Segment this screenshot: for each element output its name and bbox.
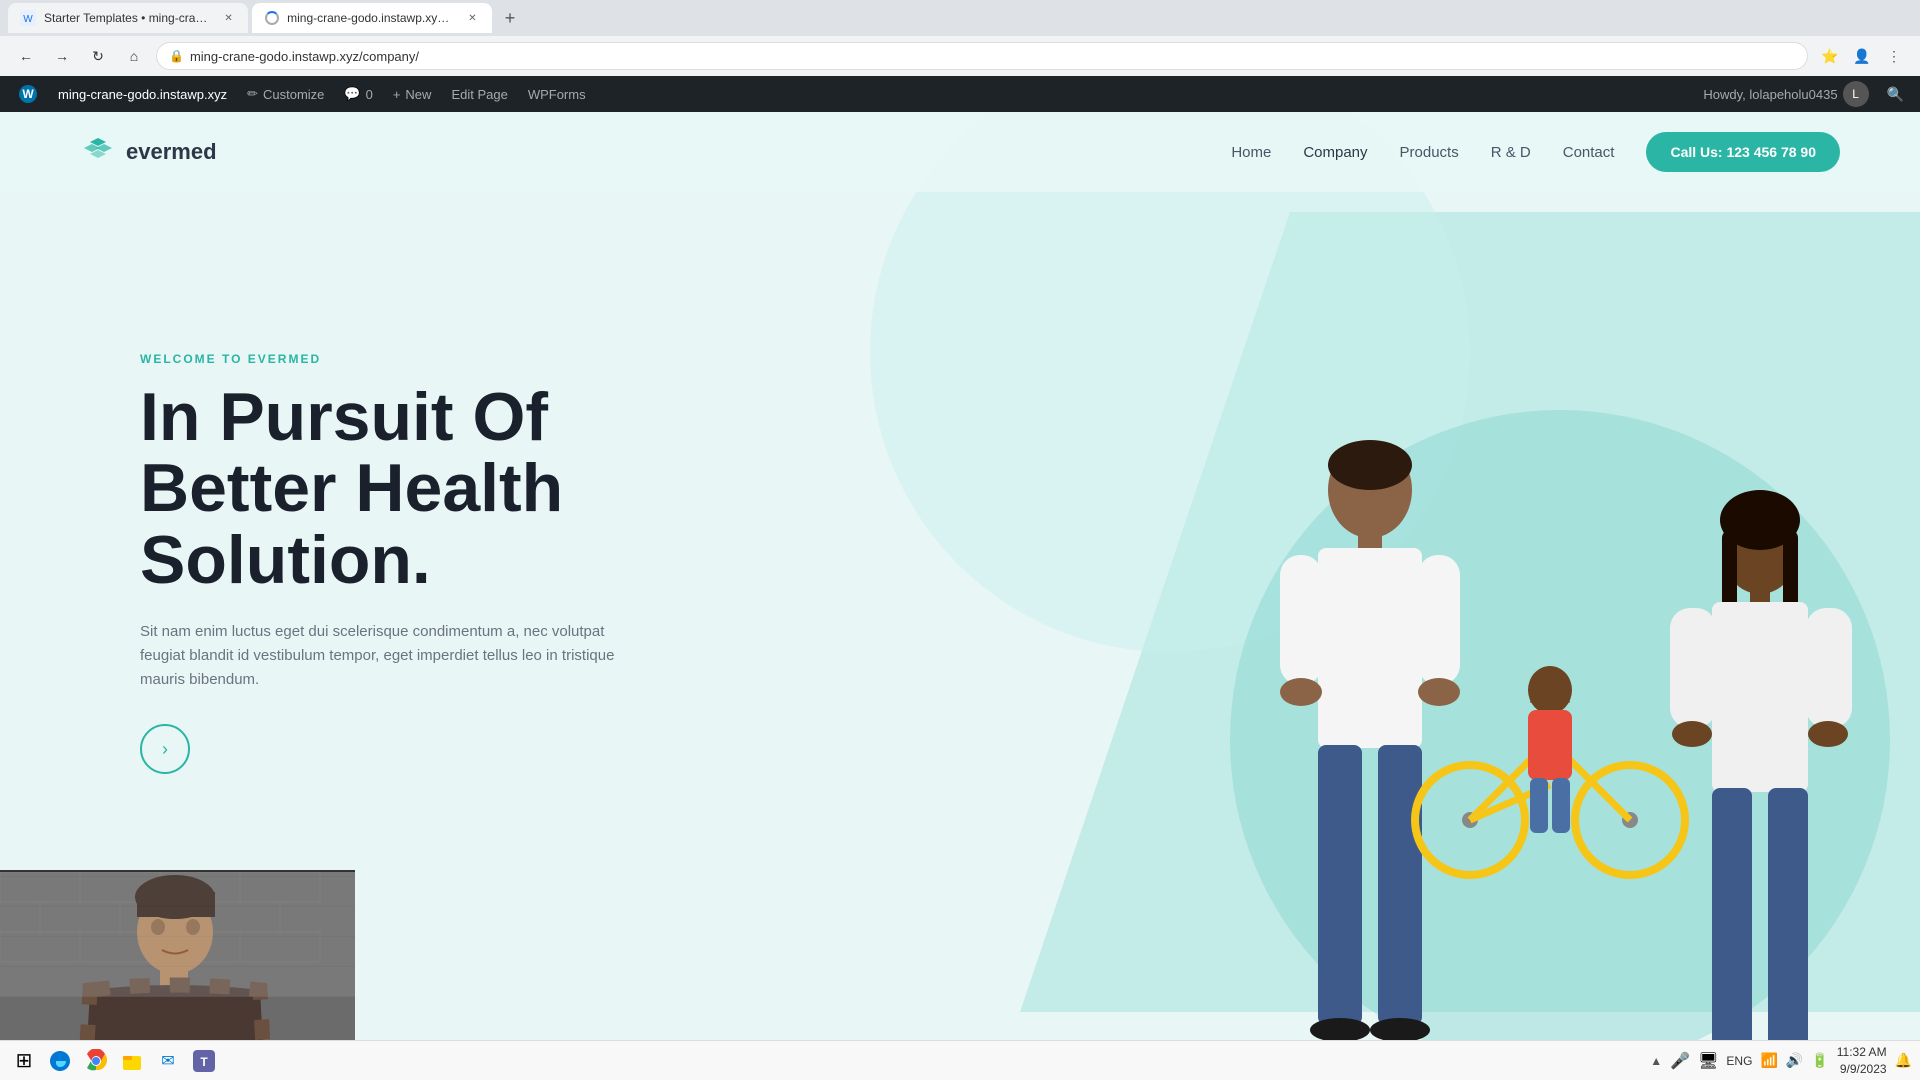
system-clock[interactable]: 11:32 AM 9/9/2023 xyxy=(1837,1044,1887,1078)
site-header: evermed Home Company Products R & D Cont… xyxy=(0,112,1920,192)
back-button[interactable]: ← xyxy=(12,42,40,70)
new-tab-button[interactable]: + xyxy=(496,4,524,32)
address-bar[interactable]: 🔒 ming-crane-godo.instawp.xyz/company/ xyxy=(156,42,1808,70)
tab-1-favicon: W xyxy=(20,10,36,26)
tab-1-close[interactable]: ✕ xyxy=(221,10,236,26)
tab-2-close[interactable]: ✕ xyxy=(465,10,480,26)
teams-icon[interactable]: T xyxy=(188,1045,220,1077)
wp-forms[interactable]: WPForms xyxy=(518,76,596,112)
tab-1-title: Starter Templates • ming-crane-... xyxy=(44,11,209,25)
nav-products[interactable]: Products xyxy=(1400,144,1459,161)
wp-howdy[interactable]: Howdy, lolapeholu0435 L xyxy=(1693,81,1878,107)
nav-rd[interactable]: R & D xyxy=(1491,144,1531,161)
hero-tag: WELCOME TO EVERMED xyxy=(140,352,620,366)
browser-tab-1[interactable]: W Starter Templates • ming-crane-... ✕ xyxy=(8,3,248,33)
volume-icon[interactable]: 🔊 xyxy=(1786,1052,1803,1069)
hero-image-area xyxy=(1120,172,1920,1080)
hero-cta-button[interactable]: › xyxy=(140,724,190,774)
nav-icons-right: ⭐ 👤 ⋮ xyxy=(1816,42,1908,70)
extensions-button[interactable]: ⭐ xyxy=(1816,42,1844,70)
tab-2-favicon xyxy=(264,10,279,26)
explorer-icon[interactable] xyxy=(116,1045,148,1077)
notifications-button[interactable]: 🔔 xyxy=(1895,1052,1912,1069)
wp-customize[interactable]: ✏ Customize xyxy=(237,76,334,112)
tab-2-title: ming-crane-godo.instawp.xyz/c... xyxy=(287,11,453,25)
svg-text:W: W xyxy=(22,87,34,101)
url-text: ming-crane-godo.instawp.xyz/company/ xyxy=(190,49,419,64)
site-nav: Home Company Products R & D Contact Call… xyxy=(1231,132,1840,172)
hero-family-svg xyxy=(1140,360,1920,1080)
svg-text:W: W xyxy=(23,14,33,25)
outlook-icon[interactable]: ✉ xyxy=(152,1045,184,1077)
wordpress-icon: W xyxy=(18,84,38,104)
nav-home[interactable]: Home xyxy=(1231,144,1271,161)
home-button[interactable]: ⌂ xyxy=(120,42,148,70)
wp-new[interactable]: + New xyxy=(383,76,442,112)
language-indicator: ENG xyxy=(1726,1054,1752,1068)
microphone-icon[interactable]: 🎤 xyxy=(1670,1051,1690,1071)
wp-admin-bar: W ming-crane-godo.instawp.xyz ✏ Customiz… xyxy=(0,76,1920,112)
tab-bar: W Starter Templates • ming-crane-... ✕ m… xyxy=(0,0,1920,36)
hero-content: WELCOME TO EVERMED In Pursuit Of Better … xyxy=(140,352,620,774)
svg-text:T: T xyxy=(200,1055,208,1069)
cta-phone-button[interactable]: Call Us: 123 456 78 90 xyxy=(1646,132,1840,172)
site-logo[interactable]: evermed xyxy=(80,134,217,170)
wifi-icon[interactable]: 📶 xyxy=(1760,1052,1777,1069)
website-content: evermed Home Company Products R & D Cont… xyxy=(0,112,1920,1080)
logo-icon xyxy=(80,134,116,170)
windows-start-button[interactable]: ⊞ xyxy=(8,1045,40,1077)
edge-icon[interactable] xyxy=(44,1045,76,1077)
forward-button[interactable]: → xyxy=(48,42,76,70)
logo-text: evermed xyxy=(126,139,217,165)
chrome-icon[interactable] xyxy=(80,1045,112,1077)
wp-comments[interactable]: 💬 0 xyxy=(334,76,382,112)
wp-site-name[interactable]: ming-crane-godo.instawp.xyz xyxy=(48,76,237,112)
comments-icon: 💬 xyxy=(344,86,360,102)
desktop-icon[interactable]: 🖥 xyxy=(1698,1051,1718,1071)
profile-button[interactable]: 👤 xyxy=(1848,42,1876,70)
wp-edit-page[interactable]: Edit Page xyxy=(441,76,517,112)
wp-admin-right: Howdy, lolapeholu0435 L 🔍 xyxy=(1693,81,1912,107)
battery-icon[interactable]: 🔋 xyxy=(1811,1052,1828,1069)
refresh-button[interactable]: ↻ xyxy=(84,42,112,70)
taskbar: ⊞ ✉ T ▲ 🎤 🖥 ENG 📶 🔊 🔋 11:32 AM xyxy=(0,1040,1920,1080)
nav-bar: ← → ↻ ⌂ 🔒 ming-crane-godo.instawp.xyz/co… xyxy=(0,36,1920,76)
customize-icon: ✏ xyxy=(247,86,258,102)
taskbar-icons: ⊞ ✉ T xyxy=(0,1045,228,1077)
browser-window: W Starter Templates • ming-crane-... ✕ m… xyxy=(0,0,1920,1080)
taskbar-right: ▲ 🎤 🖥 ENG 📶 🔊 🔋 11:32 AM 9/9/2023 🔔 xyxy=(1642,1044,1920,1078)
wp-logo-item[interactable]: W xyxy=(8,76,48,112)
arrow-icon: › xyxy=(162,739,168,760)
hero-description: Sit nam enim luctus eget dui scelerisque… xyxy=(140,620,620,692)
nav-company[interactable]: Company xyxy=(1303,144,1367,161)
wp-search-icon[interactable]: 🔍 xyxy=(1879,86,1912,103)
browser-tab-2[interactable]: ming-crane-godo.instawp.xyz/c... ✕ xyxy=(252,3,492,33)
menu-button[interactable]: ⋮ xyxy=(1880,42,1908,70)
hero-title: In Pursuit Of Better Health Solution. xyxy=(140,382,620,596)
taskbar-up-arrow[interactable]: ▲ xyxy=(1650,1054,1662,1068)
lock-icon: 🔒 xyxy=(169,49,184,63)
plus-icon: + xyxy=(393,87,401,102)
user-avatar: L xyxy=(1843,81,1869,107)
nav-contact[interactable]: Contact xyxy=(1563,144,1615,161)
